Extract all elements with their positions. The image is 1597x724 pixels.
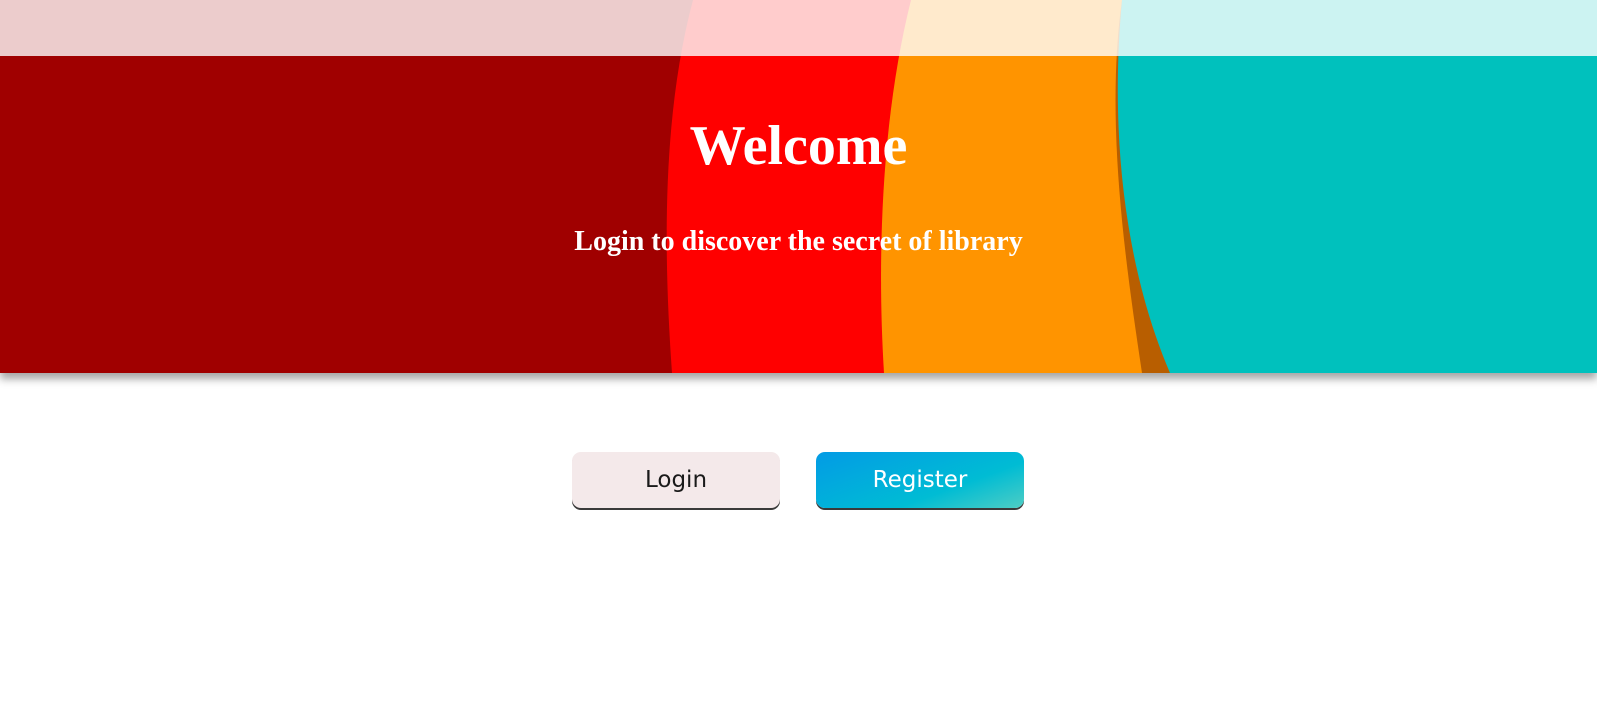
page-title: Welcome: [689, 115, 908, 177]
auth-actions: Login Register: [572, 452, 1025, 508]
login-button[interactable]: Login: [572, 452, 780, 508]
page-subtitle: Login to discover the secret of library: [574, 226, 1023, 257]
top-bar: [0, 0, 1597, 56]
register-button[interactable]: Register: [816, 452, 1024, 508]
hero-banner: Welcome Login to discover the secret of …: [0, 0, 1597, 373]
